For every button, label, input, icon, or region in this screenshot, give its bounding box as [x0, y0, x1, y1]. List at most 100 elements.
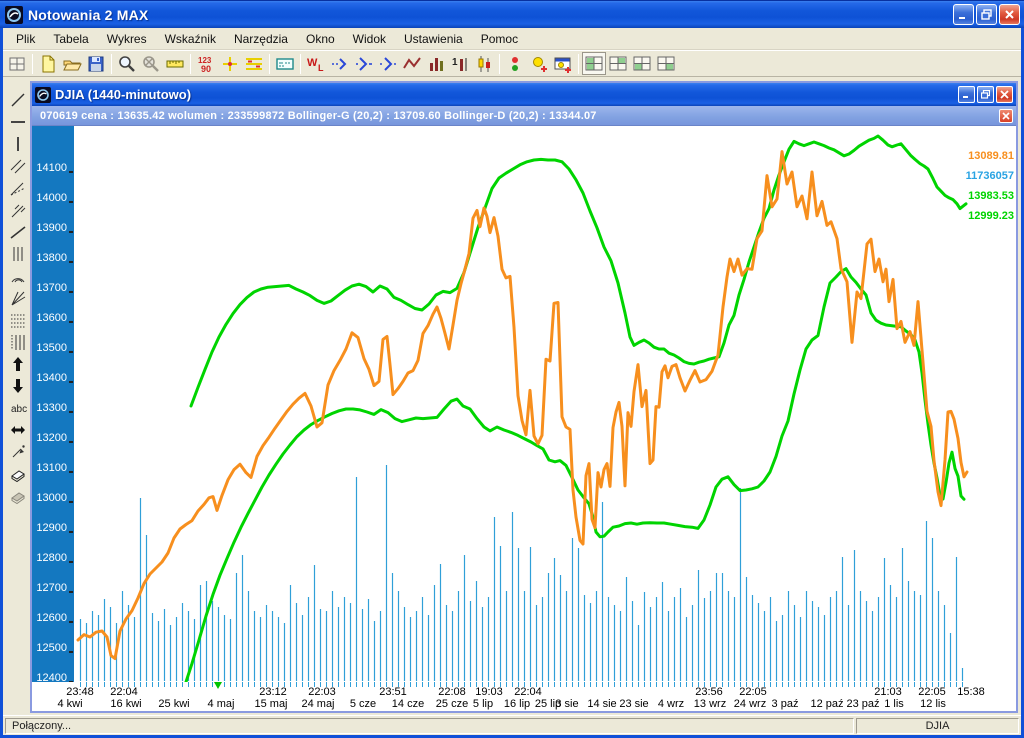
vertical-line-tool[interactable]	[6, 133, 30, 155]
crosshair-button[interactable]	[218, 52, 242, 75]
chart-window-titlebar[interactable]: DJIA (1440-minutowo)	[32, 83, 1016, 106]
y-axis-label: 14000	[36, 192, 67, 204]
x-axis-time-label: 22:05	[918, 686, 946, 698]
parallel-lines-tool[interactable]	[6, 155, 30, 177]
info-bar-close-button[interactable]	[999, 108, 1013, 123]
x-axis-tick	[836, 682, 837, 687]
chart-close-button[interactable]	[996, 86, 1013, 103]
title-bar[interactable]: Notowania 2 MAX	[0, 0, 1024, 28]
minimize-button[interactable]	[953, 4, 974, 25]
x-axis-date-label: 13 wrz	[693, 698, 727, 710]
x-axis-tick	[788, 682, 789, 687]
x-axis-tick	[140, 682, 141, 687]
window-grid-icon	[9, 57, 25, 70]
arrow-down-tool[interactable]	[6, 375, 30, 397]
signal-arrow-3-icon	[380, 56, 396, 71]
x-axis-tick	[812, 682, 813, 687]
x-axis-tick	[554, 682, 555, 687]
add-point-button[interactable]	[527, 52, 551, 75]
vertical-levels-tool[interactable]	[6, 331, 30, 353]
menu-item-narzedzia[interactable]: Narzędzia	[225, 29, 297, 49]
x-axis-date-label: 23 paź	[846, 698, 880, 710]
layout-bottomleft-button[interactable]	[630, 52, 654, 75]
quote-panel-button[interactable]	[273, 52, 297, 75]
signal-arrow-2-button[interactable]	[352, 52, 376, 75]
ruler-button[interactable]	[163, 52, 187, 75]
menu-item-pomoc[interactable]: Pomoc	[472, 29, 527, 49]
pointer-tool[interactable]	[6, 441, 30, 463]
zoom-disabled-button[interactable]	[139, 52, 163, 75]
y-axis-tick	[69, 411, 73, 413]
levels-button[interactable]	[242, 52, 266, 75]
histogram-one-button[interactable]: 1	[448, 52, 472, 75]
histogram-button[interactable]	[424, 52, 448, 75]
x-axis-tick	[344, 682, 345, 687]
menu-item-tabela[interactable]: Tabela	[44, 29, 97, 49]
horizontal-arrows-tool[interactable]	[6, 419, 30, 441]
x-axis-time-label: 21:03	[874, 686, 902, 698]
layout-left-button[interactable]	[582, 52, 606, 75]
eraser-tool[interactable]	[6, 463, 30, 485]
save-button[interactable]	[84, 52, 108, 75]
layout-bottomright-button[interactable]	[654, 52, 678, 75]
horizontal-line-tool[interactable]	[6, 111, 30, 133]
zoom-button[interactable]	[115, 52, 139, 75]
last-value-2: 13983.53	[968, 190, 1014, 202]
arrow-up-tool[interactable]	[6, 353, 30, 375]
x-axis-tick	[212, 682, 213, 687]
x-axis-tick	[770, 682, 771, 687]
signal-arrow-1-button[interactable]	[328, 52, 352, 75]
last-value-0: 13089.81	[968, 150, 1014, 162]
trend-line-tool[interactable]	[6, 221, 30, 243]
x-axis-tick	[158, 682, 159, 687]
zigzag-button[interactable]	[400, 52, 424, 75]
menu-item-okno[interactable]: Okno	[297, 29, 344, 49]
x-axis-tick	[818, 682, 819, 687]
wl-button[interactable]: WL	[304, 52, 328, 75]
ray-lines-tool[interactable]	[6, 177, 30, 199]
signal-dots-button[interactable]	[503, 52, 527, 75]
menu-item-wskaznik[interactable]: Wskaźnik	[156, 29, 225, 49]
new-file-button[interactable]	[36, 52, 60, 75]
fibonacci-arcs-tool[interactable]	[6, 265, 30, 287]
x-axis-tick	[638, 682, 639, 687]
x-axis-tick	[302, 682, 303, 687]
x-axis-tick	[224, 682, 225, 687]
open-folder-button[interactable]	[60, 52, 84, 75]
x-axis-date-label: 25 cze	[435, 698, 469, 710]
restore-button[interactable]	[976, 4, 997, 25]
signal-arrow-3-button[interactable]	[376, 52, 400, 75]
menu-item-plik[interactable]: Plik	[7, 29, 44, 49]
chart-plot-area[interactable]: 13089.81 11736057 13983.53 12999.23	[74, 126, 1016, 682]
x-axis-tick	[356, 682, 357, 687]
layout-topright-button[interactable]	[606, 52, 630, 75]
pitchfork-tool[interactable]	[6, 199, 30, 221]
gann-fan-tool[interactable]	[6, 287, 30, 309]
text-tool-tool[interactable]: abc	[6, 397, 30, 419]
y-axis: 14100 14000 13900 13800 13700 13600 13500 13400…	[32, 126, 74, 684]
candles-button[interactable]	[472, 52, 496, 75]
x-axis-tick	[566, 682, 567, 687]
last-value-3: 12999.23	[968, 210, 1014, 222]
add-chart-window-button[interactable]	[551, 52, 575, 75]
chart-restore-button[interactable]	[977, 86, 994, 103]
chart-minimize-button[interactable]	[958, 86, 975, 103]
x-axis-tick	[428, 682, 429, 687]
trend-line-icon	[10, 226, 25, 239]
vertical-grid-lines-tool[interactable]	[6, 243, 30, 265]
digits-button[interactable]: 123 90	[194, 52, 218, 75]
menu-item-ustawienia[interactable]: Ustawienia	[395, 29, 472, 49]
x-axis-time-label: 23:51	[379, 686, 407, 698]
menu-item-wykres[interactable]: Wykres	[98, 29, 156, 49]
vertical-levels-icon	[11, 335, 24, 350]
window-grid-button[interactable]	[5, 52, 29, 75]
x-axis-tick	[596, 682, 597, 687]
x-axis-tick	[848, 682, 849, 687]
horizontal-levels-tool[interactable]	[6, 309, 30, 331]
diagonal-line-tool[interactable]	[6, 89, 30, 111]
digits-icon: 12390	[198, 56, 212, 74]
close-button[interactable]	[999, 4, 1020, 25]
x-axis-tick	[470, 682, 471, 687]
menu-item-widok[interactable]: Widok	[344, 29, 395, 49]
eraser-disabled-icon	[10, 492, 25, 505]
